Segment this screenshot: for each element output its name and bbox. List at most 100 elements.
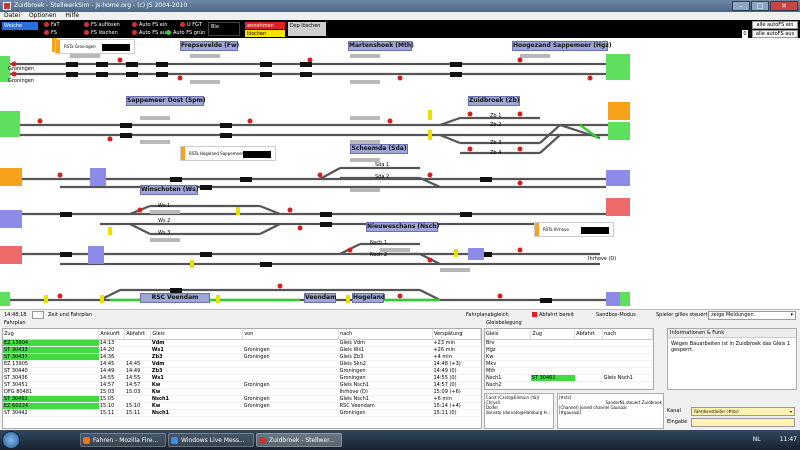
track-row[interactable]: Mth [485, 367, 653, 375]
loeschen-button[interactable]: löschen [245, 30, 285, 37]
track-row[interactable]: Brv [485, 339, 653, 347]
taskbar-firefox[interactable]: Fahren - Mozilla Fire... [80, 433, 166, 447]
track-row[interactable]: Nsch1 ST 30461 Gleis Nsch1 [485, 374, 653, 382]
zeit-fahrplan-label: Zeit und Fahrplan [48, 312, 93, 318]
train-cell: +26 min [432, 346, 481, 354]
auto-fs-ein-button[interactable]: Auto FS ein [132, 22, 167, 29]
station-sappemeer-oost: Sappemeer Oost (Spm) [126, 96, 206, 106]
track-cell: Nsch2 [485, 381, 531, 389]
chat-user-list[interactable]: Carst (Carst@Emhuin (Ya)) Chrys4 Dolfel … [484, 393, 554, 429]
train-row[interactable]: ST 30442 15:11 15:11 Nsch1 Groningen 15:11 (0… [3, 409, 481, 417]
train-row[interactable]: ST 30437 14:36 Zb3 Groningen Gleis Zb3 +4 min [3, 353, 481, 361]
u-fgt-button[interactable]: U FGT [180, 22, 202, 29]
all-autofs-on-button[interactable]: alle autoFS ein [752, 21, 798, 29]
train-cell: 14:57 [98, 381, 125, 389]
chat-user[interactable]: dorvato (dorvato@Hamburg H... [486, 410, 552, 415]
fs-loeschen-button[interactable]: FS löschen [84, 30, 118, 37]
train-column-header[interactable]: Zug [3, 329, 100, 340]
annehmen-button[interactable]: annehmen [245, 22, 285, 29]
track-column-header[interactable]: nach [602, 329, 653, 340]
chat-input[interactable] [691, 418, 795, 427]
train-row[interactable]: ST 30440 14:49 14:49 Zb3 Groningen 14:49 (0) [3, 367, 481, 375]
info-message: Wegen Bauarbeiten ist in Zuidbroek das G… [671, 341, 791, 353]
blo-button[interactable]: Blo [208, 22, 240, 36]
train-cell: Kw [150, 381, 243, 389]
kanal-select[interactable]: Fahrdienstleiter (#sts) ▾ [691, 407, 795, 416]
start-button[interactable] [2, 431, 20, 449]
track-column-header[interactable]: Zug [530, 329, 576, 340]
train-cell: 15:11 [124, 409, 151, 417]
train-cell: ST 30440 [3, 367, 99, 375]
train-cell: 14:20 [98, 346, 125, 354]
track-label-ws3: Ws 3 [158, 230, 171, 236]
taskbar-stellwerksim[interactable]: Zuidbroek - Stellwer... [256, 433, 342, 447]
train-cell [242, 409, 339, 417]
track-column-header[interactable]: Gleis [485, 329, 532, 340]
track-column-header[interactable]: Abfahrt [574, 329, 604, 340]
track-label-sda1: Sda 1 [375, 162, 390, 168]
maximize-button[interactable]: □ [751, 1, 769, 11]
weiche-button[interactable]: Weiche [2, 22, 38, 30]
dsp-loeschen-button[interactable]: Dsp löschen [288, 22, 326, 36]
menu-datei[interactable]: Datei [4, 12, 20, 19]
place-groningen-1: Groningen [8, 66, 35, 72]
train-cell: EZ 13904 [3, 339, 99, 347]
train-column-header[interactable]: von [242, 329, 340, 340]
track-diagram: Frepsevelde (Fw) Martenshoek (Mth) Hooge… [0, 38, 800, 308]
train-cell: 14:49 [98, 367, 125, 375]
fs-button[interactable]: FS [44, 30, 57, 37]
train-cell: 14:57 (0) [432, 381, 481, 389]
train-cell [242, 339, 339, 347]
train-row[interactable]: ST 30433 14:20 Ws1 Groningen Gleis Ws1 +26 mi… [3, 346, 481, 354]
track-cell [530, 339, 575, 347]
train-column-header[interactable]: Gleis [150, 329, 244, 340]
track-row[interactable]: Nsch2 [485, 381, 653, 389]
train-column-header[interactable]: Abfahrt [124, 329, 152, 340]
train-cell [242, 360, 339, 368]
taskbar-messenger[interactable]: Windows Live Mess... [168, 433, 254, 447]
train-cell: 14:36 [98, 353, 125, 361]
train-cell: Ws1 [150, 346, 243, 354]
indicator-dot-icon [44, 30, 49, 35]
auto-fs-gruen-button[interactable]: Auto FS grün [166, 30, 205, 37]
station-hogeland: Hogeland [352, 293, 386, 303]
meldungen-dropdown[interactable]: zeige Meldungen ▾ [708, 311, 796, 320]
eingabe-label: Eingabe [667, 419, 688, 425]
track-row[interactable]: Kw [485, 353, 653, 361]
fs-aufloesen-button[interactable]: FS auflösen [84, 22, 120, 29]
track-cell [530, 367, 575, 375]
train-cell: Groningen [242, 402, 339, 410]
track-cell: Gleis Nsch1 [602, 374, 653, 382]
train-column-header[interactable]: Verspätung [432, 329, 481, 340]
place-ihrhove: Ihrhove (D) [588, 256, 617, 262]
train-row[interactable]: ST 30451 14:57 14:57 Kw Groningen Gleis Nsch1… [3, 381, 481, 389]
train-row[interactable]: EZ 60224 15:10 15:10 Kw Groningen RSC Veendam… [3, 402, 481, 410]
train-row[interactable]: EZ 13905 14:45 14:45 Vdm Gleis Skn2 14:48 (+3… [3, 360, 481, 368]
station-frepsevelde: Frepsevelde (Fw) [180, 41, 240, 51]
train-column-header[interactable]: nach [338, 329, 433, 340]
close-button[interactable]: ✕ [770, 1, 798, 11]
train-row[interactable]: ST 30436 14:55 14:55 Ws1 Groningen 14:55 (0) [3, 374, 481, 382]
train-column-header[interactable]: Ankunft [98, 329, 126, 340]
track-cell [602, 353, 653, 361]
language-indicator[interactable]: NL [753, 436, 761, 443]
fat-button[interactable]: FaT [44, 22, 60, 29]
note-groningen: RSTa Groningen [55, 39, 135, 54]
auto-fs-aus-button[interactable]: Auto FS aus [132, 30, 169, 37]
train-cell: 14:49 (0) [432, 367, 481, 375]
station-winschoten: Winschoten (Ws) [140, 185, 199, 195]
train-row[interactable]: ST 30461 15:05 Nsch1 Groningen Gleis Nsch1 +6… [3, 395, 481, 403]
menu-hilfe[interactable]: Hilfe [65, 12, 79, 19]
zeit-checkbox[interactable] [32, 311, 44, 319]
track-row[interactable]: Mkv [485, 360, 653, 368]
all-autofs-off-button[interactable]: alle autoFS aus [752, 30, 798, 38]
indicator-dot-icon [180, 22, 185, 27]
system-tray: NL 11:47 [753, 430, 797, 450]
train-row[interactable]: EZ 13904 14:13 Vdm Gleis Vdm +23 min [3, 339, 481, 347]
clock[interactable]: 11:47 [780, 436, 797, 443]
train-row[interactable]: DFG 80481 15:03 15:03 Kw Ihrhove (D) 15:09 (+… [3, 388, 481, 396]
menu-optionen[interactable]: Optionen [29, 12, 57, 19]
minimize-button[interactable]: – [732, 1, 750, 11]
track-cell: Mkv [485, 360, 531, 368]
track-row[interactable]: Hgz [485, 346, 653, 354]
